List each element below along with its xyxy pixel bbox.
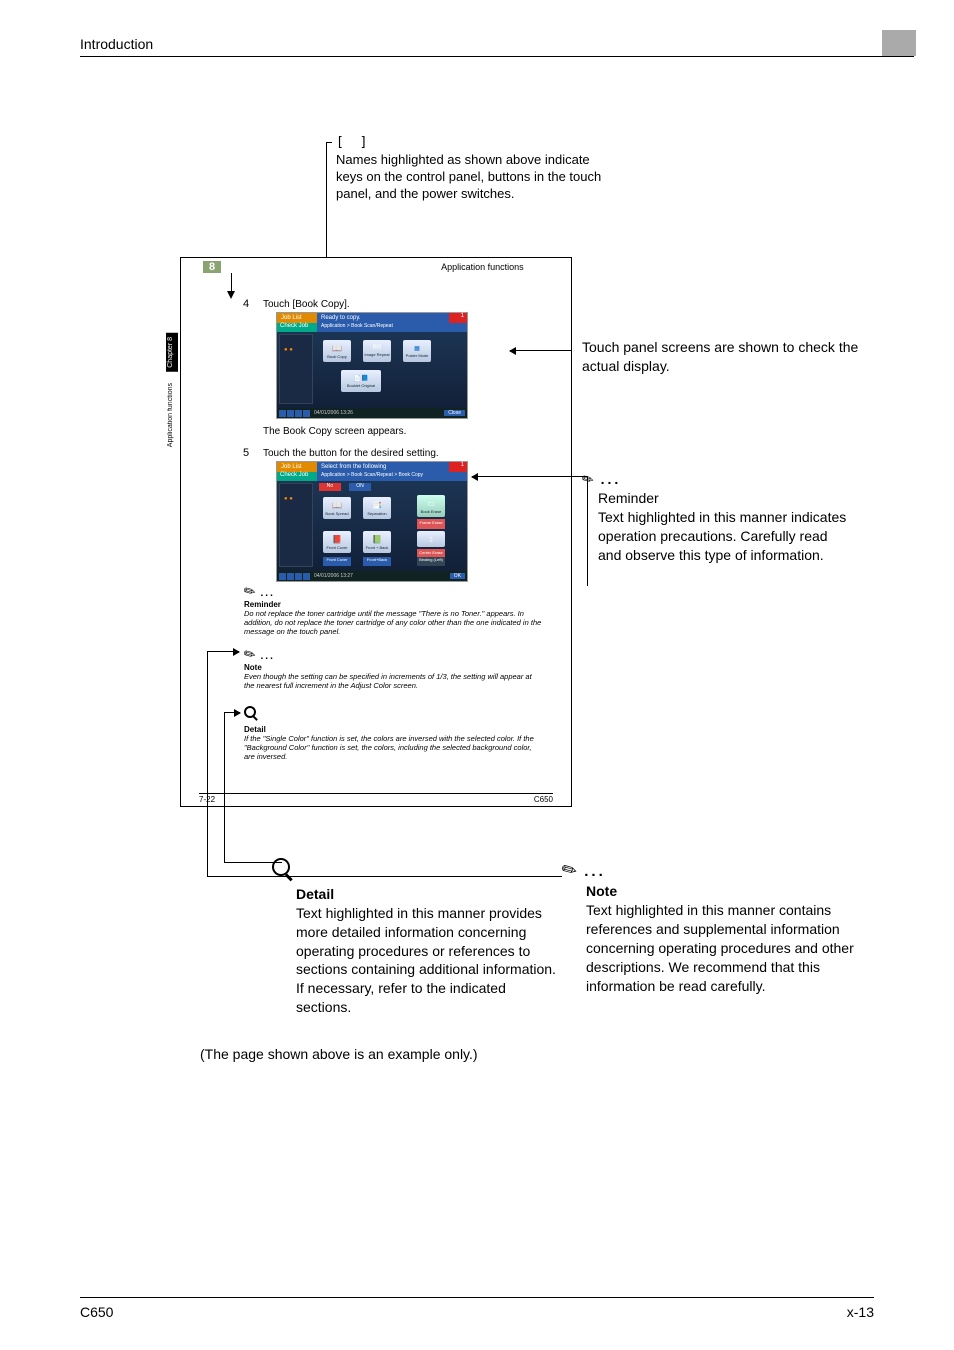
- callout-note: ✎ ... Note Text highlighted in this mann…: [562, 858, 862, 996]
- section-title: Application functions: [441, 262, 524, 272]
- separation-btn: Separation: [367, 511, 386, 516]
- breadcrumb: Application > Book Scan/Repeat > Book Co…: [317, 472, 467, 481]
- book-erase-btn: Book Erase: [421, 509, 442, 514]
- page-header: Introduction: [80, 36, 914, 57]
- breadcrumb: Application > Book Scan/Repeat: [317, 323, 467, 332]
- header-text: Introduction: [80, 36, 153, 52]
- side-chapter: Chapter 8: [166, 333, 178, 372]
- connector-line: [231, 273, 232, 291]
- step-4-text: Touch [Book Copy].: [263, 299, 350, 310]
- touch-screenshot-1: Job List Ready to copy. 1 Check Job Appl…: [276, 312, 468, 419]
- magnify-icon: [244, 706, 256, 718]
- note-title: Note: [244, 663, 544, 672]
- frame-erase-btn: Frame Erase: [417, 519, 445, 529]
- footer-left: C650: [80, 1304, 113, 1320]
- detail-title: Detail: [244, 725, 544, 734]
- callout-detail-head: Detail: [296, 885, 562, 904]
- ok-btn: OK: [450, 573, 465, 579]
- connector-arrow: [472, 476, 587, 477]
- binding-btn: Binding (Left): [417, 557, 445, 566]
- connector-arrow: [224, 712, 240, 713]
- callout-touchscreen-text: Touch panel screens are shown to check t…: [582, 338, 862, 376]
- touch-screenshot-2: Job List Select from the following 1 Che…: [276, 461, 468, 582]
- arrow-down-icon: [227, 291, 235, 299]
- reminder-title: Reminder: [244, 600, 544, 609]
- step-number: 5: [243, 447, 249, 459]
- step-5-text: Touch the button for the desired setting…: [263, 448, 439, 459]
- page-tab-marker: [882, 30, 916, 56]
- front-back-btn: Front + Back: [366, 545, 389, 550]
- example-note: (The page shown above is an example only…: [200, 1046, 478, 1062]
- connector-line: [224, 712, 225, 862]
- job-list-btn: Job List: [277, 462, 317, 472]
- callout-touchscreen: Touch panel screens are shown to check t…: [582, 338, 862, 376]
- connector-arrow: [207, 651, 239, 652]
- bracket-symbol: [ ]: [336, 135, 616, 152]
- callout-reminder-text: Text highlighted in this manner indicate…: [598, 508, 852, 565]
- book-copy-btn: Book Copy: [327, 354, 347, 359]
- manual-foot-right: C650: [534, 795, 553, 804]
- side-label: Chapter 8 Application functions: [166, 333, 180, 513]
- booklet-original-btn: Booklet Original: [347, 383, 375, 388]
- copies-count: 1: [449, 462, 467, 472]
- front-back-sel: Front+Back: [363, 557, 391, 566]
- manual-page: 8 Application functions 4 Touch [Book Co…: [180, 257, 572, 807]
- on-btn: ON: [349, 483, 371, 491]
- image-repeat-btn: Image Repeat: [364, 352, 389, 357]
- connector-line: [326, 142, 332, 143]
- page-footer: C650 x-13: [80, 1297, 874, 1320]
- step-number: 4: [243, 298, 249, 310]
- step-4-result: The Book Copy screen appears.: [263, 426, 406, 437]
- chapter-number: 8: [203, 261, 221, 273]
- footer-date: 04/01/2006 13:27: [314, 573, 353, 579]
- status-select: Select from the following: [317, 462, 449, 472]
- callout-detail: Detail Text highlighted in this manner p…: [272, 858, 562, 1017]
- note-text: Even though the setting can be specified…: [244, 672, 544, 690]
- copies-count: 1: [449, 313, 467, 323]
- check-job-btn: Check Job: [277, 472, 317, 481]
- front-cover-btn: Front Cover: [326, 545, 347, 550]
- callout-brackets: [ ] Names highlighted as shown above ind…: [336, 135, 616, 203]
- reminder-text: Do not replace the toner cartridge until…: [244, 609, 544, 636]
- footer-right: x-13: [847, 1304, 874, 1320]
- job-list-btn: Job List: [277, 313, 317, 323]
- connector-line: [207, 651, 208, 876]
- check-job-btn: Check Job: [277, 323, 317, 332]
- callout-note-text: Text highlighted in this manner contains…: [586, 901, 862, 995]
- detail-text: If the "Single Color" function is set, t…: [244, 734, 544, 761]
- callout-brackets-text: Names highlighted as shown above indicat…: [336, 152, 616, 203]
- left-panel: ● ●: [279, 483, 313, 567]
- book-spread-btn: Book Spread: [325, 511, 348, 516]
- left-panel: ● ●: [279, 334, 313, 404]
- footer-date: 04/01/2006 13:26: [314, 410, 353, 416]
- callout-detail-text: Text highlighted in this manner provides…: [296, 904, 562, 1017]
- front-cover-sel: Front Cover: [323, 557, 351, 566]
- close-btn: Close: [444, 410, 465, 416]
- connector-arrow: [510, 350, 572, 351]
- side-function: Application functions: [166, 379, 175, 451]
- status-ready: Ready to copy.: [317, 313, 449, 323]
- connector-line: [326, 142, 327, 268]
- callout-reminder: ✎ ... Reminder Text highlighted in this …: [582, 470, 852, 564]
- magnify-icon: [272, 858, 290, 876]
- poster-mode-btn: Poster Mode: [406, 353, 429, 358]
- no-btn: No: [319, 483, 341, 491]
- callout-note-head: Note: [586, 882, 862, 901]
- callout-reminder-head: Reminder: [598, 489, 852, 508]
